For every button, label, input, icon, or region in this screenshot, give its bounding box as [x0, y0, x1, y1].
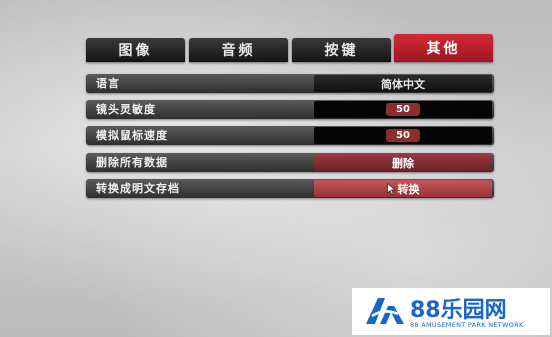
- convert-save-button-label: 转换: [397, 182, 420, 196]
- arrow-cursor-icon: [386, 182, 396, 195]
- convert-save-button[interactable]: 转换: [314, 180, 492, 197]
- camera-sensitivity-value: 50: [386, 103, 420, 116]
- mouse-speed-slider[interactable]: 50: [314, 127, 492, 144]
- tab-keybindings[interactable]: 按键: [292, 38, 391, 62]
- setting-label-convert-save: 转换成明文存档: [96, 182, 180, 195]
- setting-row-mouse-speed: 模拟鼠标速度 50: [86, 126, 494, 145]
- delete-data-button-label: 删除: [392, 156, 414, 170]
- setting-label-delete-data: 删除所有数据: [96, 156, 168, 169]
- delete-data-button[interactable]: 删除: [314, 154, 492, 171]
- setting-row-convert-save: 转换成明文存档 转换: [86, 179, 494, 198]
- setting-label-camera-sensitivity: 镜头灵敏度: [96, 103, 156, 116]
- wave-triangle-logo-icon: [366, 298, 404, 324]
- setting-label-language: 语言: [96, 77, 120, 90]
- camera-sensitivity-slider[interactable]: 50: [314, 101, 492, 118]
- mouse-speed-value: 50: [386, 129, 420, 142]
- language-select[interactable]: 简体中文: [314, 75, 492, 92]
- setting-row-camera-sensitivity: 镜头灵敏度 50: [86, 100, 494, 119]
- tab-other[interactable]: 其他: [394, 34, 493, 62]
- watermark-logo: 88乐园网 88 AMUSEMENT PARK NETWORK: [352, 288, 550, 335]
- watermark-subtitle: 88 AMUSEMENT PARK NETWORK: [410, 321, 524, 329]
- language-select-value: 简体中文: [381, 77, 425, 91]
- setting-row-delete-data: 删除所有数据 删除: [86, 153, 494, 172]
- setting-label-mouse-speed: 模拟鼠标速度: [96, 129, 168, 142]
- settings-tab-bar: 图像 音频 按键 其他: [86, 34, 494, 64]
- setting-row-language: 语言 简体中文: [86, 74, 494, 93]
- watermark-brand: 88乐园网: [410, 298, 507, 323]
- tab-image[interactable]: 图像: [86, 38, 185, 62]
- tab-audio[interactable]: 音频: [189, 38, 288, 62]
